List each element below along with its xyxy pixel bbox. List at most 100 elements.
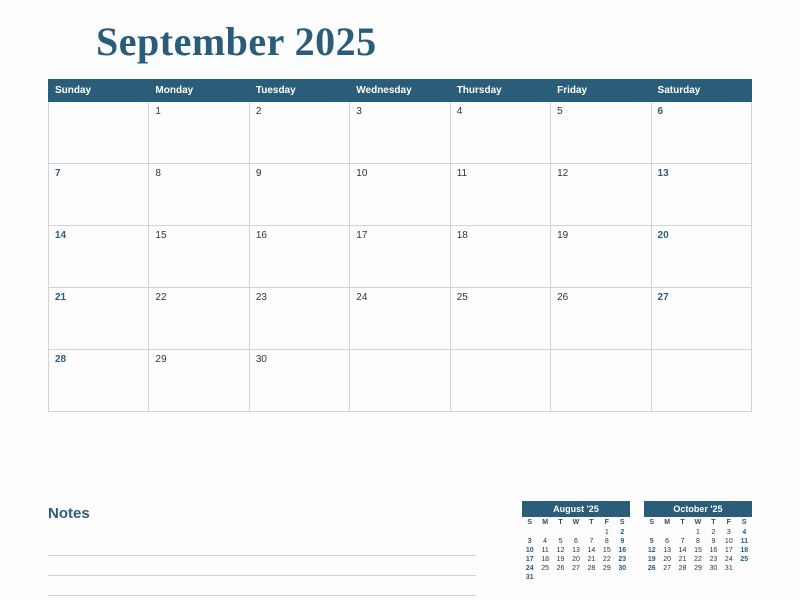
mini-day-cell bbox=[568, 573, 583, 582]
mini-day-cell: 13 bbox=[568, 546, 583, 555]
mini-day-cell: 30 bbox=[615, 564, 630, 573]
day-cell[interactable]: 12 bbox=[551, 164, 651, 226]
notes-heading: Notes bbox=[48, 505, 494, 522]
day-cell[interactable]: 20 bbox=[651, 226, 751, 288]
mini-day-cell: 2 bbox=[706, 528, 721, 537]
mini-day-cell bbox=[615, 573, 630, 582]
day-cell[interactable] bbox=[450, 350, 550, 412]
note-line[interactable] bbox=[48, 540, 476, 556]
mini-day-cell: 17 bbox=[721, 546, 736, 555]
mini-day-cell: 12 bbox=[644, 546, 659, 555]
mini-day-cell: 8 bbox=[599, 537, 614, 546]
mini-day-cell: 10 bbox=[522, 546, 537, 555]
mini-day-cell: 24 bbox=[721, 555, 736, 564]
day-cell[interactable] bbox=[350, 350, 450, 412]
mini-day-header: F bbox=[599, 517, 614, 528]
mini-day-cell: 25 bbox=[737, 555, 752, 564]
mini-calendar-title: August '25 bbox=[522, 501, 630, 517]
mini-day-header: T bbox=[584, 517, 599, 528]
day-cell[interactable]: 23 bbox=[249, 288, 349, 350]
mini-day-cell: 21 bbox=[584, 555, 599, 564]
mini-day-cell bbox=[737, 564, 752, 573]
mini-day-cell: 2 bbox=[615, 528, 630, 537]
day-cell[interactable]: 18 bbox=[450, 226, 550, 288]
day-cell[interactable]: 2 bbox=[249, 102, 349, 164]
day-cell[interactable] bbox=[49, 102, 149, 164]
day-cell[interactable]: 22 bbox=[149, 288, 249, 350]
day-cell[interactable]: 26 bbox=[551, 288, 651, 350]
mini-calendar-prev: August '25 S M T W T F S 123456789101112… bbox=[522, 501, 630, 600]
mini-day-cell: 14 bbox=[584, 546, 599, 555]
mini-day-cell: 18 bbox=[737, 546, 752, 555]
note-line[interactable] bbox=[48, 560, 476, 576]
note-line[interactable] bbox=[48, 580, 476, 596]
mini-day-cell bbox=[553, 528, 568, 537]
mini-day-header: T bbox=[675, 517, 690, 528]
mini-day-header: S bbox=[615, 517, 630, 528]
day-cell[interactable]: 9 bbox=[249, 164, 349, 226]
mini-day-cell: 22 bbox=[599, 555, 614, 564]
mini-day-cell: 26 bbox=[644, 564, 659, 573]
day-cell[interactable]: 16 bbox=[249, 226, 349, 288]
mini-day-cell: 19 bbox=[553, 555, 568, 564]
mini-day-cell bbox=[584, 528, 599, 537]
day-header: Sunday bbox=[49, 80, 149, 102]
day-cell[interactable]: 13 bbox=[651, 164, 751, 226]
mini-day-cell: 4 bbox=[737, 528, 752, 537]
mini-day-cell: 10 bbox=[721, 537, 736, 546]
mini-day-cell: 6 bbox=[659, 537, 674, 546]
day-cell[interactable] bbox=[651, 350, 751, 412]
mini-day-cell: 11 bbox=[537, 546, 552, 555]
mini-day-cell: 19 bbox=[644, 555, 659, 564]
day-cell[interactable]: 27 bbox=[651, 288, 751, 350]
day-cell[interactable]: 10 bbox=[350, 164, 450, 226]
mini-day-cell bbox=[675, 528, 690, 537]
mini-day-cell bbox=[568, 528, 583, 537]
day-cell[interactable]: 29 bbox=[149, 350, 249, 412]
mini-day-cell: 31 bbox=[522, 573, 537, 582]
mini-calendar-next: October '25 S M T W T F S 12345678910111… bbox=[644, 501, 752, 600]
mini-day-cell: 16 bbox=[615, 546, 630, 555]
mini-day-header: S bbox=[522, 517, 537, 528]
mini-calendar-title: October '25 bbox=[644, 501, 752, 517]
mini-day-cell: 18 bbox=[537, 555, 552, 564]
day-cell[interactable]: 28 bbox=[49, 350, 149, 412]
day-cell[interactable]: 11 bbox=[450, 164, 550, 226]
mini-day-cell: 8 bbox=[690, 537, 705, 546]
day-cell[interactable]: 3 bbox=[350, 102, 450, 164]
day-cell[interactable]: 6 bbox=[651, 102, 751, 164]
mini-day-cell: 5 bbox=[644, 537, 659, 546]
mini-day-cell: 1 bbox=[690, 528, 705, 537]
mini-day-cell bbox=[584, 573, 599, 582]
notes-section: Notes bbox=[48, 495, 494, 600]
page-title: September 2025 bbox=[96, 18, 752, 65]
day-cell[interactable]: 4 bbox=[450, 102, 550, 164]
day-cell[interactable] bbox=[551, 350, 651, 412]
mini-day-header: M bbox=[659, 517, 674, 528]
mini-day-cell bbox=[659, 528, 674, 537]
day-header: Monday bbox=[149, 80, 249, 102]
mini-day-header: S bbox=[644, 517, 659, 528]
day-cell[interactable]: 24 bbox=[350, 288, 450, 350]
day-cell[interactable]: 8 bbox=[149, 164, 249, 226]
day-cell[interactable]: 17 bbox=[350, 226, 450, 288]
day-cell[interactable]: 14 bbox=[49, 226, 149, 288]
mini-day-cell: 23 bbox=[615, 555, 630, 564]
day-cell[interactable]: 21 bbox=[49, 288, 149, 350]
mini-day-cell bbox=[537, 573, 552, 582]
mini-day-cell: 16 bbox=[706, 546, 721, 555]
day-cell[interactable]: 30 bbox=[249, 350, 349, 412]
day-cell[interactable]: 15 bbox=[149, 226, 249, 288]
mini-day-cell: 7 bbox=[675, 537, 690, 546]
day-cell[interactable]: 1 bbox=[149, 102, 249, 164]
mini-day-cell: 6 bbox=[568, 537, 583, 546]
mini-day-cell: 14 bbox=[675, 546, 690, 555]
mini-day-header: S bbox=[737, 517, 752, 528]
day-header: Friday bbox=[551, 80, 651, 102]
day-cell[interactable]: 5 bbox=[551, 102, 651, 164]
day-cell[interactable]: 19 bbox=[551, 226, 651, 288]
day-cell[interactable]: 25 bbox=[450, 288, 550, 350]
day-cell[interactable]: 7 bbox=[49, 164, 149, 226]
mini-day-cell: 13 bbox=[659, 546, 674, 555]
mini-day-cell: 7 bbox=[584, 537, 599, 546]
